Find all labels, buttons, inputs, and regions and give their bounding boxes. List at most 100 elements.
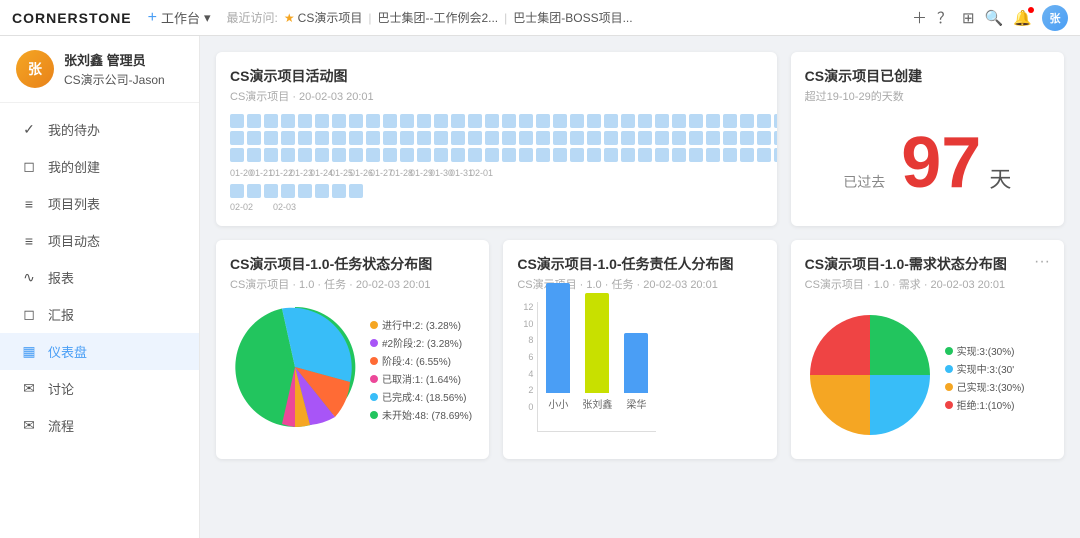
bar-zhanglx xyxy=(585,293,609,393)
heatmap-cell xyxy=(230,184,244,198)
legend-label: 实现:3:(30%) xyxy=(957,343,1015,358)
days-unit: 天 xyxy=(989,162,1011,194)
heatmap-cell xyxy=(417,114,431,128)
heatmap-cell xyxy=(655,148,669,162)
heatmap-cell xyxy=(706,131,720,145)
heatmap-cell xyxy=(349,131,363,145)
content-area: CS演示项目活动图 CS演示项目 · 20-02-03 20:01 xyxy=(200,36,1080,538)
bar-label-xiaoxi: 小小 xyxy=(548,396,568,411)
heatmap-cell xyxy=(706,148,720,162)
legend-label: 进行中:2: (3.28%) xyxy=(382,317,461,332)
heatmap-cell xyxy=(774,114,777,128)
heatmap-cell xyxy=(502,131,516,145)
more-button[interactable]: ··· xyxy=(1034,254,1050,270)
bell-icon[interactable]: 🔔 xyxy=(1013,9,1032,27)
heatmap-cell xyxy=(689,148,703,162)
bar-lianghua xyxy=(624,333,648,393)
heatmap-cell xyxy=(264,131,278,145)
heatmap-cell xyxy=(638,114,652,128)
heatmap-cell xyxy=(332,114,346,128)
heatmap-cell xyxy=(621,131,635,145)
bar-label-lianghua: 梁华 xyxy=(626,396,646,411)
legend-label: 未开始:48: (78.69%) xyxy=(382,407,472,422)
add-icon[interactable]: ＋ xyxy=(912,7,927,28)
recent-item-2[interactable]: 巴士集团--工作例会2... xyxy=(377,9,498,26)
heatmap-cell xyxy=(621,148,635,162)
heatmap-cell xyxy=(706,114,720,128)
legend-label: 实现中:3:(30' xyxy=(957,361,1014,376)
search-icon[interactable]: 🔍 xyxy=(985,9,1004,27)
sidebar-nav: ✓ 我的待办 ◻ 我的创建 ≡ 项目列表 ≡ 项目动态 ∿ 报表 ◻ 汇报 xyxy=(0,103,199,452)
avatar[interactable]: 张 xyxy=(1042,5,1068,31)
requirement-status-card: CS演示项目-1.0-需求状态分布图 CS演示项目 · 1.0 · 需求 · 2… xyxy=(791,240,1064,459)
legend-label: 拒绝:1:(10%) xyxy=(957,397,1015,412)
heatmap-cell xyxy=(264,114,278,128)
requirement-legend: 实现:3:(30%) 实现中:3:(30' 己实现:3:(30%) 拒绝:1:(… xyxy=(945,343,1025,412)
heatmap-cell xyxy=(485,114,499,128)
sidebar-item-project-list[interactable]: ≡ 项目列表 xyxy=(0,185,199,222)
workbench-label: 工作台 xyxy=(161,8,200,27)
legend-item: 未开始:48: (78.69%) xyxy=(370,407,472,422)
heatmap-cell xyxy=(366,131,380,145)
sidebar-label-project-list: 项目列表 xyxy=(48,194,100,213)
heatmap-cell xyxy=(247,184,261,198)
heatmap-cell xyxy=(298,114,312,128)
recent-item-3[interactable]: 巴士集团-BOSS项目... xyxy=(513,9,632,26)
grid-icon[interactable]: ⊞ xyxy=(962,9,975,27)
requirement-pie xyxy=(805,310,935,445)
heatmap-cell xyxy=(366,148,380,162)
heatmap-cell xyxy=(757,148,771,162)
activity-card-subtitle: CS演示项目 · 20-02-03 20:01 xyxy=(230,88,763,104)
heatmap-cell xyxy=(553,114,567,128)
legend-item: #2阶段:2: (3.28%) xyxy=(370,335,472,350)
heatmap-grid xyxy=(230,114,763,162)
logo: CORNERSTONE xyxy=(12,10,132,26)
sidebar-item-workflow[interactable]: ✉ 流程 xyxy=(0,407,199,444)
legend-label: 阶段:4: (6.55%) xyxy=(382,353,451,368)
sidebar-item-dashboard[interactable]: ▦ 仪表盘 xyxy=(0,333,199,370)
creation-card-title: CS演示项目已创建 xyxy=(805,66,922,86)
heatmap-cell xyxy=(519,131,533,145)
sidebar: 张 张刘鑫 管理员 CS演示公司-Jason ✓ 我的待办 ◻ 我的创建 ≡ 项… xyxy=(0,36,200,538)
heatmap-cell xyxy=(451,148,465,162)
activity-card-title: CS演示项目活动图 xyxy=(230,66,763,86)
sidebar-item-report[interactable]: ∿ 报表 xyxy=(0,259,199,296)
heatmap-cell xyxy=(451,131,465,145)
heatmap-cell xyxy=(740,131,754,145)
legend-item-implementing: 实现中:3:(30' xyxy=(945,361,1025,376)
heatmap-cell xyxy=(281,114,295,128)
legend-item-rejected: 拒绝:1:(10%) xyxy=(945,397,1025,412)
heatmap-cell xyxy=(774,148,777,162)
bar-label-zhanglx: 张刘鑫 xyxy=(582,396,612,411)
requirement-status-chart: 实现:3:(30%) 实现中:3:(30' 己实现:3:(30%) 拒绝:1:(… xyxy=(805,310,1050,445)
days-number: 97 xyxy=(901,127,981,199)
heatmap-cell xyxy=(434,114,448,128)
workbench-menu[interactable]: + 工作台 ▾ xyxy=(148,8,211,27)
heatmap-cell xyxy=(604,148,618,162)
heatmap-cell xyxy=(315,114,329,128)
heatmap-row-1 xyxy=(230,114,763,128)
main-layout: 张 张刘鑫 管理员 CS演示公司-Jason ✓ 我的待办 ◻ 我的创建 ≡ 项… xyxy=(0,36,1080,538)
legend-dot xyxy=(945,383,953,391)
heatmap: 01-20 01-21 01-22 01-23 01-24 01-25 01-2… xyxy=(230,114,763,212)
heatmap-cell xyxy=(468,131,482,145)
recent-item-1[interactable]: ★ CS演示项目 xyxy=(284,9,362,26)
activity-card: CS演示项目活动图 CS演示项目 · 20-02-03 20:01 xyxy=(216,52,777,226)
legend-dot xyxy=(945,347,953,355)
sidebar-item-discussion[interactable]: ✉ 讨论 xyxy=(0,370,199,407)
sidebar-item-project-activity[interactable]: ≡ 项目动态 xyxy=(0,222,199,259)
sidebar-item-summary[interactable]: ◻ 汇报 xyxy=(0,296,199,333)
sidebar-item-todo[interactable]: ✓ 我的待办 xyxy=(0,111,199,148)
heatmap-row-3 xyxy=(230,148,763,162)
heatmap-cell xyxy=(383,131,397,145)
help-icon[interactable]: ？ xyxy=(937,7,952,28)
task-assignee-card: CS演示项目-1.0-任务责任人分布图 CS演示项目 · 1.0 · 任务 · … xyxy=(503,240,776,459)
heatmap-cell xyxy=(587,148,601,162)
sidebar-item-created[interactable]: ◻ 我的创建 xyxy=(0,148,199,185)
heatmap-cell xyxy=(230,114,244,128)
heatmap-cell xyxy=(536,114,550,128)
heatmap-cell xyxy=(689,114,703,128)
heatmap-cell xyxy=(723,148,737,162)
sidebar-label-report: 报表 xyxy=(48,268,74,287)
heatmap-cell xyxy=(604,114,618,128)
